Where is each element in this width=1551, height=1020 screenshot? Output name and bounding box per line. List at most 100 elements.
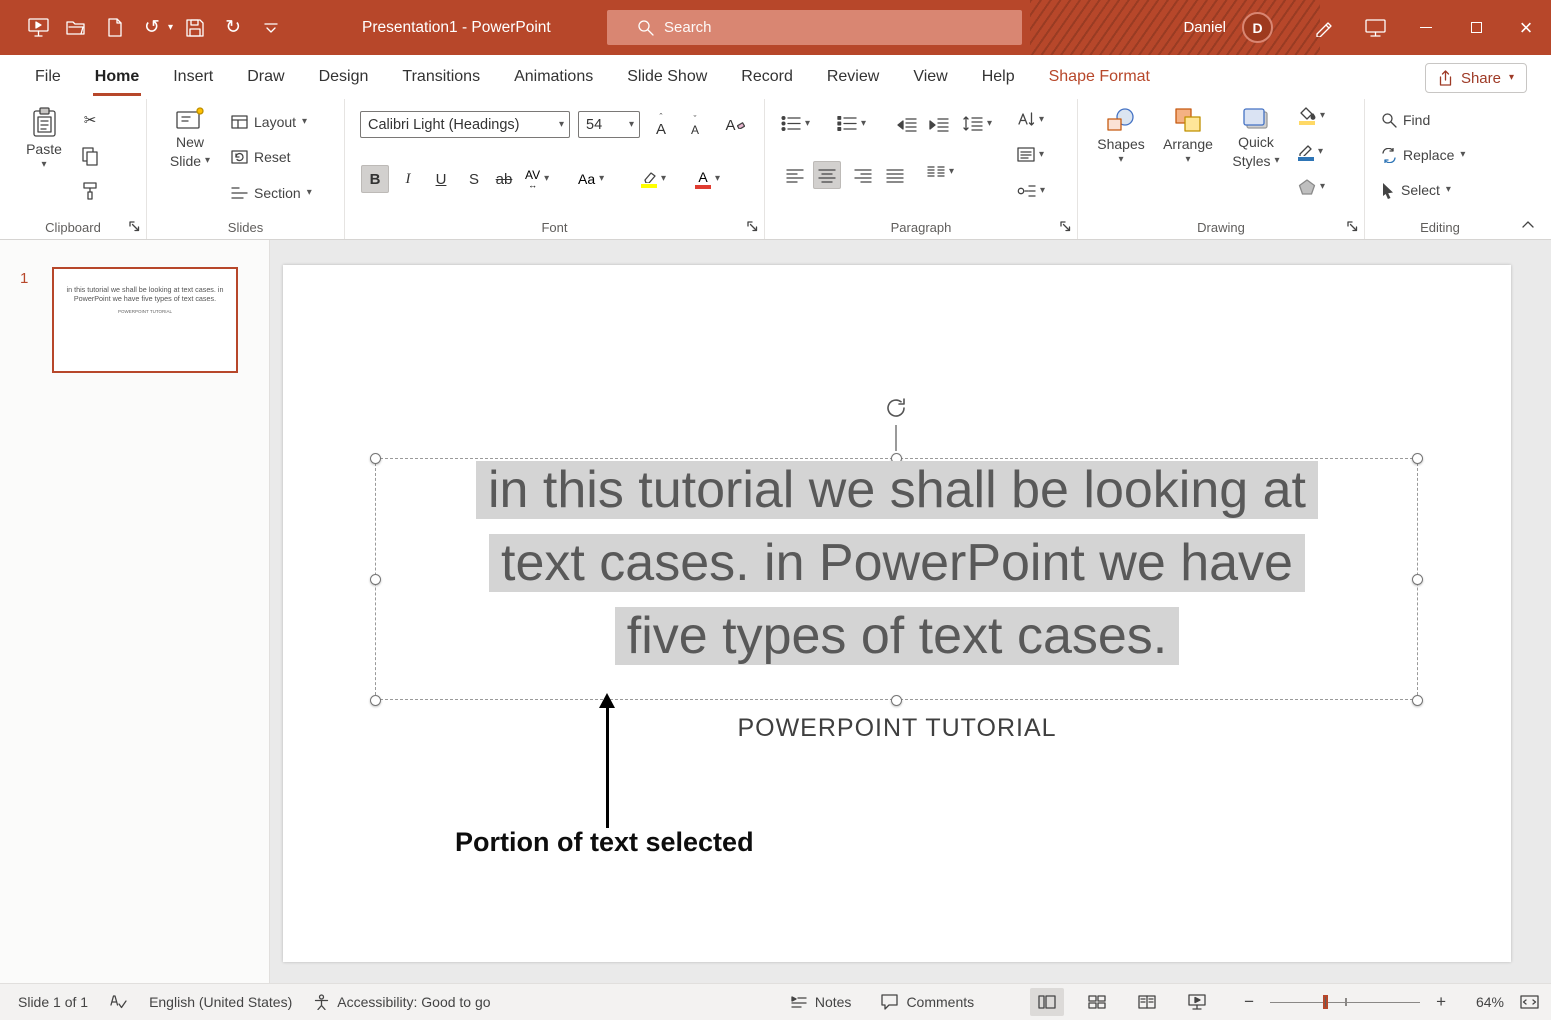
shapes-button[interactable]: Shapes ▾ (1092, 107, 1150, 165)
reset-button[interactable]: Reset (231, 144, 291, 170)
language-button[interactable]: English (United States) (149, 994, 292, 1010)
zoom-in-button[interactable]: + (1436, 992, 1446, 1012)
selected-text-line-3[interactable]: five types of text cases. (615, 607, 1179, 665)
tab-transitions[interactable]: Transitions (385, 55, 497, 99)
reading-view-button[interactable] (1130, 988, 1164, 1016)
convert-to-smartart-button[interactable]: ▾ (1017, 183, 1045, 199)
resize-handle-bottom-left[interactable] (370, 695, 381, 706)
undo-dropdown-icon[interactable]: ▾ (168, 23, 173, 33)
drawing-dialog-launcher-icon[interactable] (1345, 219, 1359, 233)
font-color-button[interactable]: A ▾ (695, 165, 720, 193)
zoom-level[interactable]: 64% (1462, 994, 1504, 1010)
minimize-button[interactable] (1401, 0, 1451, 55)
search-input[interactable] (664, 19, 964, 36)
shape-effects-button[interactable]: ▾ (1298, 179, 1325, 195)
tab-review[interactable]: Review (810, 55, 896, 99)
tab-help[interactable]: Help (965, 55, 1032, 99)
strikethrough-button[interactable]: ab (490, 165, 518, 193)
paste-button[interactable]: Paste ▾ (16, 107, 72, 170)
slide-subtitle-text[interactable]: POWERPOINT TUTORIAL (283, 714, 1511, 743)
section-button[interactable]: Section▾ (231, 180, 312, 206)
slide-thumbnail[interactable]: in this tutorial we shall be looking at … (52, 267, 238, 373)
new-slide-button[interactable]: New Slide▾ (159, 107, 221, 169)
slideshow-view-button[interactable] (1180, 988, 1214, 1016)
cut-button[interactable]: ✂ (76, 106, 104, 134)
tab-home[interactable]: Home (78, 55, 156, 99)
avatar[interactable]: D (1242, 12, 1273, 43)
tab-animations[interactable]: Animations (497, 55, 610, 99)
paragraph-dialog-launcher-icon[interactable] (1058, 219, 1072, 233)
grow-font-button[interactable]: ˆA (647, 111, 675, 139)
change-case-button[interactable]: Aa▾ (578, 165, 604, 193)
redo-icon[interactable]: ↻ (217, 12, 249, 44)
collapse-ribbon-icon[interactable] (1521, 217, 1535, 231)
tab-draw[interactable]: Draw (230, 55, 301, 99)
layout-button[interactable]: Layout▾ (231, 109, 307, 135)
accessibility-button[interactable]: Accessibility: Good to go (314, 994, 490, 1010)
align-right-button[interactable] (849, 161, 877, 189)
text-shadow-button[interactable]: S (460, 165, 488, 193)
bold-button[interactable]: B (361, 165, 389, 193)
tab-insert[interactable]: Insert (156, 55, 230, 99)
start-slideshow-icon[interactable] (22, 12, 54, 44)
replace-button[interactable]: Replace ▾ (1381, 142, 1465, 168)
ink-pen-icon[interactable] (1297, 0, 1349, 55)
selected-text-line-1[interactable]: in this tutorial we shall be looking at (476, 461, 1318, 519)
comments-button[interactable]: Comments (881, 994, 974, 1010)
zoom-out-button[interactable]: − (1244, 992, 1254, 1012)
clipboard-dialog-launcher-icon[interactable] (127, 219, 141, 233)
align-center-button[interactable] (813, 161, 841, 189)
tab-view[interactable]: View (896, 55, 964, 99)
copy-button[interactable] (76, 142, 104, 170)
shape-outline-button[interactable]: ▾ (1298, 143, 1323, 161)
fit-to-window-button[interactable] (1520, 994, 1539, 1010)
user-name[interactable]: Daniel (1183, 19, 1226, 36)
arrange-button[interactable]: Arrange ▾ (1158, 107, 1218, 165)
selected-text-line-2[interactable]: text cases. in PowerPoint we have (489, 534, 1305, 592)
clear-formatting-button[interactable]: A (721, 111, 749, 139)
select-button[interactable]: Select ▾ (1381, 177, 1451, 203)
resize-handle-bottom-right[interactable] (1412, 695, 1423, 706)
display-settings-icon[interactable] (1349, 0, 1401, 55)
notes-button[interactable]: Notes (791, 994, 852, 1010)
justify-button[interactable] (881, 161, 909, 189)
resize-handle-bottom-center[interactable] (891, 695, 902, 706)
rotate-handle-icon[interactable] (883, 395, 909, 421)
tab-slide-show[interactable]: Slide Show (610, 55, 724, 99)
font-name-select[interactable]: Calibri Light (Headings)▾ (360, 111, 570, 138)
underline-button[interactable]: U (427, 165, 455, 193)
tab-record[interactable]: Record (724, 55, 810, 99)
normal-view-button[interactable] (1030, 988, 1064, 1016)
font-size-select[interactable]: 54▾ (578, 111, 640, 138)
font-dialog-launcher-icon[interactable] (745, 219, 759, 233)
italic-button[interactable]: I (394, 165, 422, 193)
shape-fill-button[interactable]: ▾ (1298, 107, 1325, 125)
align-text-button[interactable]: ▾ (1017, 147, 1044, 162)
spell-check-button[interactable] (110, 994, 127, 1010)
slide-title-text[interactable]: in this tutorial we shall be looking at … (283, 454, 1511, 673)
shrink-font-button[interactable]: ˇA (681, 111, 709, 139)
decrease-indent-button[interactable] (893, 111, 921, 139)
open-file-icon[interactable] (60, 12, 92, 44)
zoom-slider-thumb[interactable] (1323, 995, 1328, 1009)
align-left-button[interactable] (781, 161, 809, 189)
text-highlight-button[interactable]: ▾ (641, 165, 666, 193)
line-spacing-button[interactable]: ▾ (963, 115, 992, 132)
find-button[interactable]: Find (1381, 107, 1430, 133)
maximize-button[interactable] (1451, 0, 1501, 55)
format-painter-button[interactable] (76, 177, 104, 205)
undo-icon[interactable]: ↺ (136, 12, 168, 44)
close-button[interactable]: × (1501, 0, 1551, 55)
zoom-slider[interactable] (1270, 995, 1420, 1009)
numbering-button[interactable]: ▾ (837, 115, 866, 132)
tab-design[interactable]: Design (302, 55, 386, 99)
quick-styles-button[interactable]: Quick Styles▾ (1226, 107, 1286, 169)
slide-sorter-view-button[interactable] (1080, 988, 1114, 1016)
character-spacing-button[interactable]: AV↔ ▾ (525, 165, 549, 193)
bullets-button[interactable]: ▾ (781, 115, 810, 132)
columns-button[interactable]: ▾ (927, 165, 954, 179)
customize-qat-icon[interactable] (255, 12, 287, 44)
new-file-icon[interactable] (98, 12, 130, 44)
save-icon[interactable] (179, 12, 211, 44)
increase-indent-button[interactable] (925, 111, 953, 139)
